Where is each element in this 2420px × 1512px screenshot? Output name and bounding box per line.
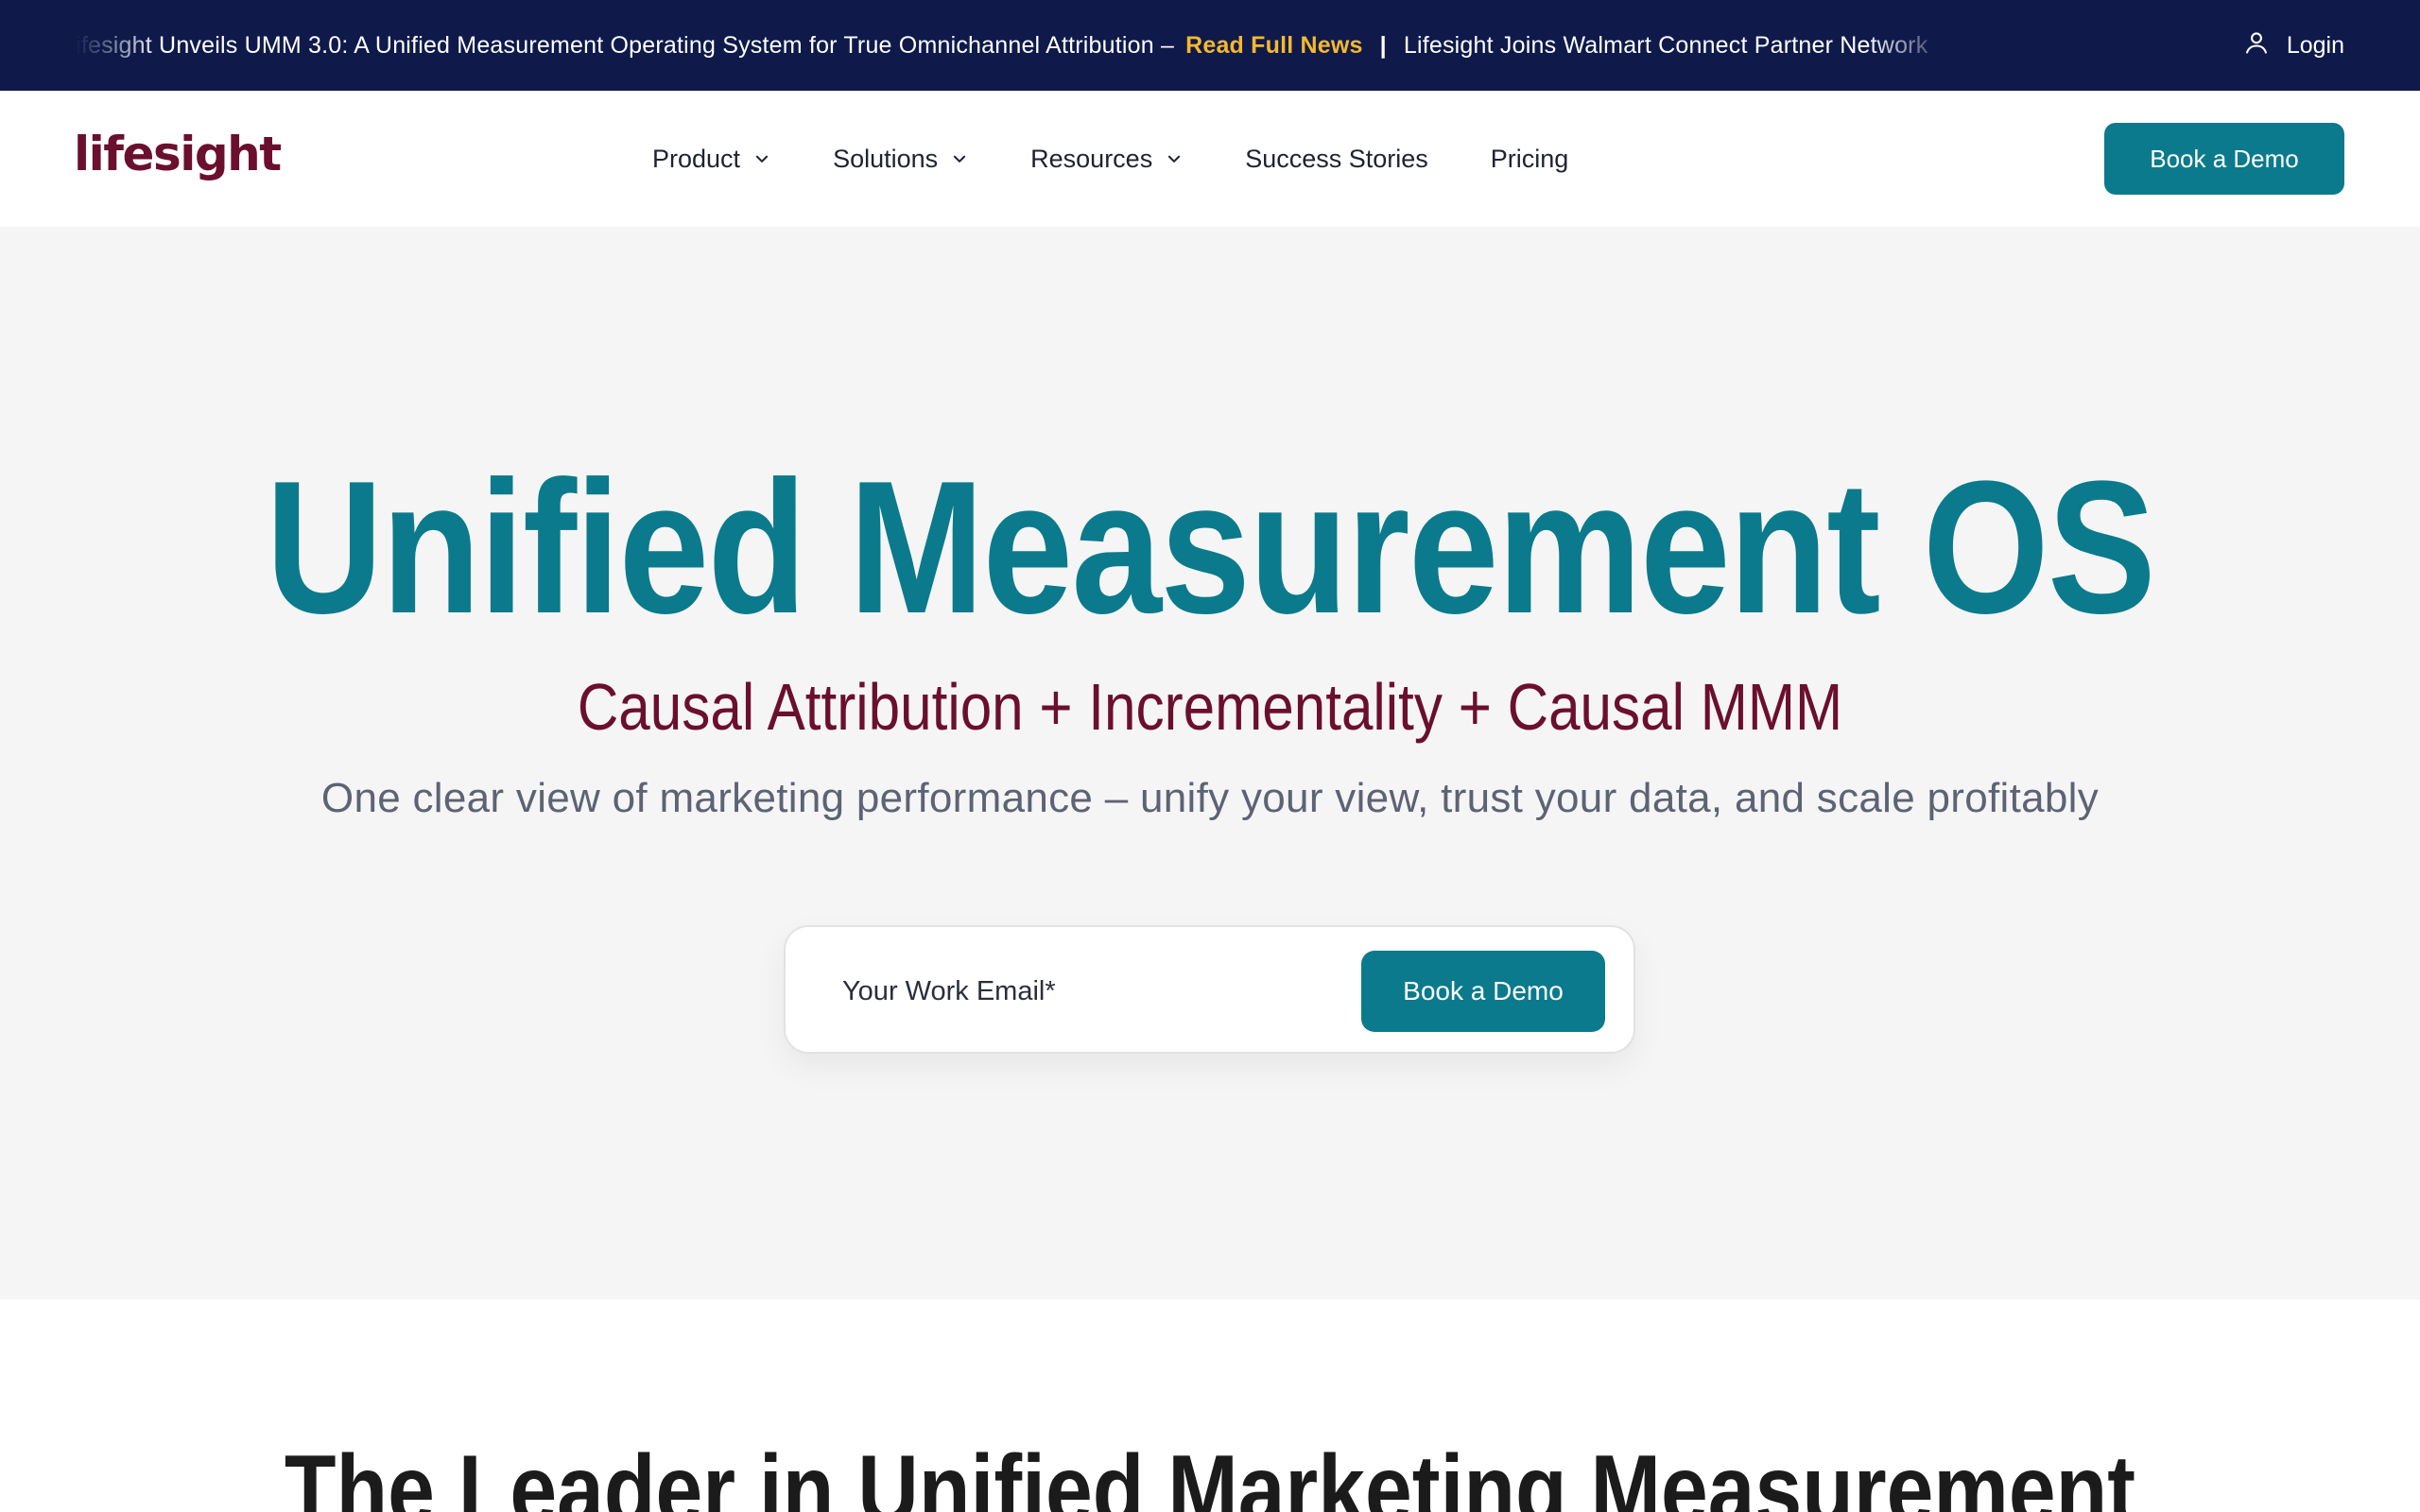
news-headline-secondary[interactable]: Lifesight Joins Walmart Connect Partner …	[1404, 32, 1928, 60]
read-full-news-link[interactable]: Read Full News	[1185, 32, 1363, 60]
login-label: Login	[2286, 31, 2344, 59]
news-separator: |	[1379, 31, 1387, 59]
hero-subtitle: Causal Attribution + Incrementality + Ca…	[577, 670, 1843, 744]
nav-item-success-stories[interactable]: Success Stories	[1245, 145, 1428, 174]
main-nav: lifesight Product Solutions Resources Su…	[0, 91, 2420, 227]
user-icon	[2243, 29, 2270, 62]
hero-description: One clear view of marketing performance …	[320, 775, 2100, 821]
login-link[interactable]: Login	[2243, 0, 2344, 91]
announcement-bar: Lifesight Unveils UMM 3.0: A Unified Mea…	[0, 0, 2420, 91]
demo-request-form: Book a Demo	[784, 925, 1635, 1054]
nav-item-label: Resources	[1030, 144, 1153, 173]
nav-item-label: Success Stories	[1245, 144, 1428, 173]
book-demo-button[interactable]: Book a Demo	[2104, 123, 2344, 195]
nav-item-product[interactable]: Product	[652, 145, 770, 174]
hero-title: Unified Measurement OS	[266, 442, 2156, 653]
leader-section-title: The Leader in Unified Marketing Measurem…	[284, 1435, 2136, 1512]
nav-item-label: Product	[652, 144, 741, 173]
news-headline: Lifesight Unveils UMM 3.0: A Unified Mea…	[76, 31, 1175, 59]
hero-book-demo-button[interactable]: Book a Demo	[1361, 951, 1605, 1032]
nav-item-resources[interactable]: Resources	[1030, 145, 1183, 174]
chevron-down-icon	[951, 145, 968, 174]
nav-item-solutions[interactable]: Solutions	[833, 145, 968, 174]
nav-item-label: Pricing	[1490, 144, 1569, 173]
lifesight-logo[interactable]: lifesight	[74, 127, 282, 181]
hero-section: Unified Measurement OS Causal Attributio…	[0, 227, 2420, 1299]
nav-item-pricing[interactable]: Pricing	[1491, 145, 1569, 174]
work-email-input[interactable]	[842, 955, 1372, 1027]
nav-menu: Product Solutions Resources Success Stor…	[652, 91, 1568, 227]
chevron-down-icon	[1166, 145, 1183, 174]
nav-item-label: Solutions	[833, 144, 939, 173]
news-ticker-track: Lifesight Unveils UMM 3.0: A Unified Mea…	[76, 0, 1927, 91]
leader-section: The Leader in Unified Marketing Measurem…	[0, 1299, 2420, 1512]
chevron-down-icon	[753, 145, 770, 174]
news-ticker: Lifesight Unveils UMM 3.0: A Unified Mea…	[76, 0, 1952, 91]
